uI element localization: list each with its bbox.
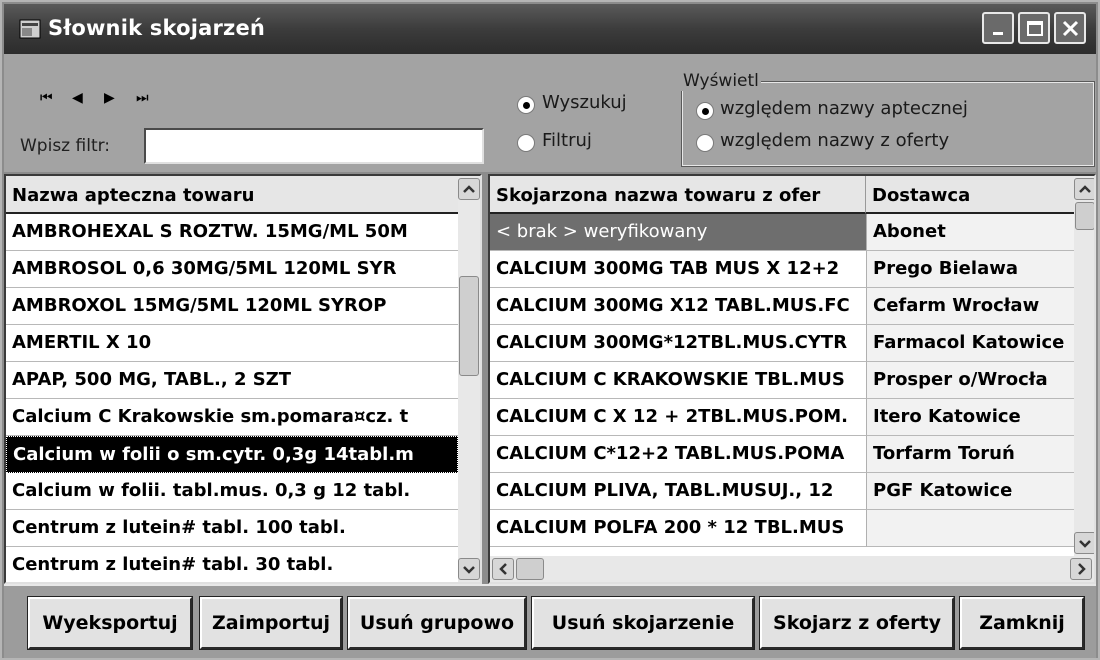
- display-pharmacy-radio[interactable]: [696, 102, 714, 120]
- app-icon: [19, 19, 41, 39]
- button-bar: Wyeksportuj Zaimportuj Usuń grupowo Usuń…: [4, 584, 1096, 658]
- prev-record-icon[interactable]: ◀: [72, 90, 83, 106]
- offer-name-cell[interactable]: CALCIUM POLFA 200 * 12 TBL.MUS: [490, 510, 866, 547]
- left-scroll-thumb[interactable]: [459, 276, 479, 376]
- delete-group-button[interactable]: Usuń grupowo: [347, 596, 527, 650]
- scroll-up-button[interactable]: [1074, 178, 1094, 200]
- filter-panel: ⏮ ◀ ▶ ⏭ Wpisz filtr: Wyszukuj Filtruj Wy…: [4, 54, 1096, 172]
- display-groupbox: [681, 81, 1095, 167]
- offer-name-cell[interactable]: CALCIUM PLIVA, TABL.MUSUJ., 12: [490, 473, 866, 510]
- offer-name-cell[interactable]: CALCIUM C KRAKOWSKIE TBL.MUS: [490, 362, 866, 399]
- list-item[interactable]: APAP, 500 MG, TABL., 2 SZT: [6, 362, 458, 399]
- list-item[interactable]: Calcium C Krakowskie sm.pomara¤cz. t: [6, 399, 458, 436]
- supplier-cell[interactable]: Cefarm Wrocław: [866, 288, 1074, 325]
- maximize-button[interactable]: [1018, 12, 1050, 44]
- offer-name-cell[interactable]: < brak > weryfikowany: [490, 214, 866, 251]
- scroll-left-button[interactable]: [492, 558, 514, 580]
- display-group-title: Wyświetl: [681, 71, 761, 91]
- link-offer-button[interactable]: Skojarz z oferty: [759, 596, 955, 650]
- offer-name-cell[interactable]: CALCIUM 300MG X12 TABL.MUS.FC: [490, 288, 866, 325]
- list-item-selected[interactable]: Calcium w folii o sm.cytr. 0,3g 14tabl.m: [6, 436, 458, 473]
- filter-label: Wpisz filtr:: [20, 136, 111, 156]
- supplier-cell[interactable]: PGF Katowice: [866, 473, 1074, 510]
- scroll-down-button[interactable]: [458, 558, 480, 580]
- supplier-cell[interactable]: [866, 510, 1074, 547]
- minimize-icon: [993, 32, 1003, 35]
- first-record-icon[interactable]: ⏮: [40, 90, 53, 106]
- filter-radio-label[interactable]: Filtruj: [542, 130, 592, 151]
- last-record-icon[interactable]: ⏭: [136, 90, 149, 106]
- chevron-right-icon: [1078, 563, 1086, 575]
- filter-input[interactable]: [144, 128, 484, 164]
- close-window-button[interactable]: [1054, 12, 1086, 44]
- display-offer-label[interactable]: względem nazwy z oferty: [720, 130, 949, 151]
- supplier-cell[interactable]: Prego Bielawa: [866, 251, 1074, 288]
- right-vertical-scrollbar[interactable]: [1074, 176, 1094, 556]
- import-button[interactable]: Zaimportuj: [199, 596, 343, 650]
- supplier-cell[interactable]: Itero Katowice: [866, 399, 1074, 436]
- list-item[interactable]: Calcium w folii. tabl.mus. 0,3 g 12 tabl…: [6, 473, 458, 510]
- close-button[interactable]: Zamknij: [959, 596, 1085, 650]
- close-icon: [1062, 20, 1079, 37]
- offer-name-cell[interactable]: CALCIUM C X 12 + 2TBL.MUS.POM.: [490, 399, 866, 436]
- pharmacy-name-header[interactable]: Nazwa apteczna towaru: [6, 176, 458, 214]
- title-bar[interactable]: Słownik skojarzeń: [4, 4, 1096, 54]
- supplier-header[interactable]: Dostawca: [866, 176, 1074, 214]
- next-record-icon[interactable]: ▶: [104, 90, 115, 106]
- scroll-up-button[interactable]: [458, 178, 480, 200]
- scroll-right-button[interactable]: [1070, 558, 1092, 580]
- chevron-left-icon: [499, 563, 507, 575]
- supplier-cell[interactable]: Farmacol Katowice: [866, 325, 1074, 362]
- chevron-down-icon: [463, 566, 475, 574]
- left-vertical-scrollbar[interactable]: [458, 176, 480, 582]
- pharmacy-names-grid[interactable]: Nazwa apteczna towaru AMBROHEXAL S ROZTW…: [4, 174, 482, 584]
- horizontal-scrollbar[interactable]: [490, 556, 1094, 582]
- offer-name-cell[interactable]: CALCIUM 300MG TAB MUS X 12+2: [490, 251, 866, 288]
- horizontal-scroll-thumb[interactable]: [516, 558, 544, 580]
- chevron-down-icon: [1079, 540, 1091, 548]
- window-title: Słownik skojarzeń: [48, 16, 266, 40]
- offer-links-grid[interactable]: Skojarzona nazwa towaru z ofer Dostawca …: [488, 174, 1096, 584]
- list-item[interactable]: Centrum z lutein# tabl. 30 tabl.: [6, 547, 458, 582]
- search-radio[interactable]: [517, 96, 535, 114]
- display-offer-radio[interactable]: [696, 134, 714, 152]
- display-pharmacy-label[interactable]: względem nazwy aptecznej: [720, 98, 968, 119]
- chevron-up-icon: [1079, 185, 1091, 193]
- filter-radio[interactable]: [517, 134, 535, 152]
- search-radio-label[interactable]: Wyszukuj: [542, 92, 627, 113]
- supplier-cell[interactable]: Abonet: [866, 214, 1074, 251]
- list-item[interactable]: AMBROSOL 0,6 30MG/5ML 120ML SYR: [6, 251, 458, 288]
- chevron-up-icon: [463, 185, 475, 193]
- dictionary-window: Słownik skojarzeń ⏮ ◀ ▶ ⏭ Wpisz filtr: W…: [0, 0, 1100, 660]
- list-item[interactable]: AMBROHEXAL S ROZTW. 15MG/ML 50M: [6, 214, 458, 251]
- minimize-button[interactable]: [982, 12, 1014, 44]
- maximize-icon: [1027, 21, 1043, 36]
- list-item[interactable]: AMERTIL X 10: [6, 325, 458, 362]
- export-button[interactable]: Wyeksportuj: [27, 596, 193, 650]
- offer-name-header[interactable]: Skojarzona nazwa towaru z ofer: [490, 176, 866, 214]
- right-scroll-thumb[interactable]: [1075, 202, 1094, 230]
- list-item[interactable]: Centrum z lutein# tabl. 100 tabl.: [6, 510, 458, 547]
- supplier-cell[interactable]: Torfarm Toruń: [866, 436, 1074, 473]
- delete-link-button[interactable]: Usuń skojarzenie: [531, 596, 755, 650]
- scroll-down-button[interactable]: [1074, 532, 1094, 554]
- supplier-cell[interactable]: Prosper o/Wrocła: [866, 362, 1074, 399]
- offer-name-cell[interactable]: CALCIUM C*12+2 TABL.MUS.POMA: [490, 436, 866, 473]
- offer-name-cell[interactable]: CALCIUM 300MG*12TBL.MUS.CYTR: [490, 325, 866, 362]
- list-item[interactable]: AMBROXOL 15MG/5ML 120ML SYROP: [6, 288, 458, 325]
